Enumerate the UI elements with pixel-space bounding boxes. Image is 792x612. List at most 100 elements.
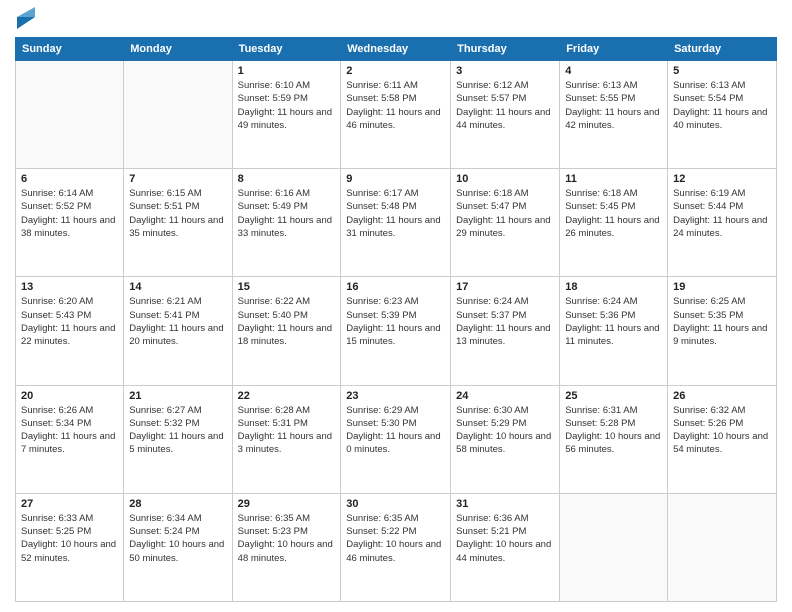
calendar-week-row: 1Sunrise: 6:10 AM Sunset: 5:59 PM Daylig…: [16, 61, 777, 169]
day-of-week-header: Thursday: [451, 38, 560, 61]
day-number: 27: [21, 498, 118, 510]
day-info: Sunrise: 6:35 AM Sunset: 5:22 PM Dayligh…: [346, 512, 445, 565]
day-info: Sunrise: 6:27 AM Sunset: 5:32 PM Dayligh…: [129, 404, 226, 457]
calendar-cell: 13 Sunrise: 6:20 AM Sunset: 5:43 PM Dayli…: [16, 277, 124, 385]
calendar-cell: 21Sunrise: 6:27 AM Sunset: 5:32 PM Dayli…: [124, 385, 232, 493]
day-info: Sunrise: 6:24 AM Sunset: 5:36 PM Dayligh…: [565, 295, 662, 348]
day-number: 20: [21, 390, 118, 402]
calendar-cell: 24 Sunrise: 6:30 AM Sunset: 5:29 PM Dayli…: [451, 385, 560, 493]
calendar-cell: 27 Sunrise: 6:33 AM Sunset: 5:25 PM Dayli…: [16, 493, 124, 601]
day-info: Sunrise: 6:21 AM Sunset: 5:41 PM Dayligh…: [129, 295, 226, 348]
calendar-week-row: 27 Sunrise: 6:33 AM Sunset: 5:25 PM Dayli…: [16, 493, 777, 601]
day-of-week-header: Saturday: [668, 38, 777, 61]
calendar-cell: 2Sunrise: 6:11 AM Sunset: 5:58 PM Daylig…: [341, 61, 451, 169]
day-of-week-header: Tuesday: [232, 38, 341, 61]
day-info: Sunrise: 6:24 AM Sunset: 5:37 PM Dayligh…: [456, 295, 554, 348]
calendar-cell: 16 Sunrise: 6:23 AM Sunset: 5:39 PM Dayli…: [341, 277, 451, 385]
calendar-week-row: 6 Sunrise: 6:14 AM Sunset: 5:52 PM Daylig…: [16, 169, 777, 277]
day-number: 3: [456, 65, 554, 77]
calendar-cell: [668, 493, 777, 601]
day-info: Sunrise: 6:18 AM Sunset: 5:45 PM Dayligh…: [565, 187, 662, 240]
calendar-cell: 19Sunrise: 6:25 AM Sunset: 5:35 PM Dayli…: [668, 277, 777, 385]
calendar-cell: 4 Sunrise: 6:13 AM Sunset: 5:55 PM Daylig…: [560, 61, 668, 169]
day-number: 9: [346, 173, 445, 185]
calendar-cell: 9 Sunrise: 6:17 AM Sunset: 5:48 PM Daylig…: [341, 169, 451, 277]
logo-icon: [17, 7, 35, 29]
day-info: Sunrise: 6:34 AM Sunset: 5:24 PM Dayligh…: [129, 512, 226, 565]
calendar-cell: 26Sunrise: 6:32 AM Sunset: 5:26 PM Dayli…: [668, 385, 777, 493]
calendar-cell: 7Sunrise: 6:15 AM Sunset: 5:51 PM Daylig…: [124, 169, 232, 277]
day-number: 11: [565, 173, 662, 185]
day-info: Sunrise: 6:30 AM Sunset: 5:29 PM Dayligh…: [456, 404, 554, 457]
day-info: Sunrise: 6:12 AM Sunset: 5:57 PM Dayligh…: [456, 79, 554, 132]
day-number: 10: [456, 173, 554, 185]
day-of-week-header: Wednesday: [341, 38, 451, 61]
day-number: 5: [673, 65, 771, 77]
day-info: Sunrise: 6:29 AM Sunset: 5:30 PM Dayligh…: [346, 404, 445, 457]
day-number: 8: [238, 173, 336, 185]
page: SundayMondayTuesdayWednesdayThursdayFrid…: [0, 0, 792, 612]
day-number: 4: [565, 65, 662, 77]
day-number: 17: [456, 281, 554, 293]
calendar-cell: 5 Sunrise: 6:13 AM Sunset: 5:54 PM Daylig…: [668, 61, 777, 169]
calendar-week-row: 20 Sunrise: 6:26 AM Sunset: 5:34 PM Dayli…: [16, 385, 777, 493]
day-number: 1: [238, 65, 336, 77]
day-number: 15: [238, 281, 336, 293]
day-number: 19: [673, 281, 771, 293]
calendar-cell: 11 Sunrise: 6:18 AM Sunset: 5:45 PM Dayli…: [560, 169, 668, 277]
day-info: Sunrise: 6:35 AM Sunset: 5:23 PM Dayligh…: [238, 512, 336, 565]
calendar-cell: [16, 61, 124, 169]
day-info: Sunrise: 6:26 AM Sunset: 5:34 PM Dayligh…: [21, 404, 118, 457]
calendar-cell: 22 Sunrise: 6:28 AM Sunset: 5:31 PM Dayli…: [232, 385, 341, 493]
calendar-table: SundayMondayTuesdayWednesdayThursdayFrid…: [15, 37, 777, 602]
day-of-week-header: Monday: [124, 38, 232, 61]
calendar-cell: 8 Sunrise: 6:16 AM Sunset: 5:49 PM Daylig…: [232, 169, 341, 277]
calendar-cell: 15Sunrise: 6:22 AM Sunset: 5:40 PM Dayli…: [232, 277, 341, 385]
day-number: 13: [21, 281, 118, 293]
day-number: 6: [21, 173, 118, 185]
calendar-cell: 3 Sunrise: 6:12 AM Sunset: 5:57 PM Daylig…: [451, 61, 560, 169]
calendar-cell: 18 Sunrise: 6:24 AM Sunset: 5:36 PM Dayli…: [560, 277, 668, 385]
day-number: 12: [673, 173, 771, 185]
day-info: Sunrise: 6:33 AM Sunset: 5:25 PM Dayligh…: [21, 512, 118, 565]
day-of-week-header: Friday: [560, 38, 668, 61]
day-info: Sunrise: 6:17 AM Sunset: 5:48 PM Dayligh…: [346, 187, 445, 240]
day-number: 18: [565, 281, 662, 293]
day-info: Sunrise: 6:13 AM Sunset: 5:54 PM Dayligh…: [673, 79, 771, 132]
day-number: 2: [346, 65, 445, 77]
day-of-week-header: Sunday: [16, 38, 124, 61]
calendar-cell: 23 Sunrise: 6:29 AM Sunset: 5:30 PM Dayli…: [341, 385, 451, 493]
day-number: 25: [565, 390, 662, 402]
day-info: Sunrise: 6:14 AM Sunset: 5:52 PM Dayligh…: [21, 187, 118, 240]
day-info: Sunrise: 6:36 AM Sunset: 5:21 PM Dayligh…: [456, 512, 554, 565]
day-number: 31: [456, 498, 554, 510]
day-number: 24: [456, 390, 554, 402]
day-number: 22: [238, 390, 336, 402]
day-info: Sunrise: 6:23 AM Sunset: 5:39 PM Dayligh…: [346, 295, 445, 348]
day-info: Sunrise: 6:31 AM Sunset: 5:28 PM Dayligh…: [565, 404, 662, 457]
header: [15, 10, 777, 29]
day-number: 23: [346, 390, 445, 402]
calendar-cell: 1Sunrise: 6:10 AM Sunset: 5:59 PM Daylig…: [232, 61, 341, 169]
day-info: Sunrise: 6:32 AM Sunset: 5:26 PM Dayligh…: [673, 404, 771, 457]
calendar-cell: 17 Sunrise: 6:24 AM Sunset: 5:37 PM Dayli…: [451, 277, 560, 385]
calendar-cell: 28 Sunrise: 6:34 AM Sunset: 5:24 PM Dayli…: [124, 493, 232, 601]
day-number: 14: [129, 281, 226, 293]
day-info: Sunrise: 6:18 AM Sunset: 5:47 PM Dayligh…: [456, 187, 554, 240]
day-info: Sunrise: 6:20 AM Sunset: 5:43 PM Dayligh…: [21, 295, 118, 348]
calendar-cell: 29 Sunrise: 6:35 AM Sunset: 5:23 PM Dayli…: [232, 493, 341, 601]
calendar-cell: 31 Sunrise: 6:36 AM Sunset: 5:21 PM Dayli…: [451, 493, 560, 601]
calendar-cell: 14 Sunrise: 6:21 AM Sunset: 5:41 PM Dayli…: [124, 277, 232, 385]
day-number: 7: [129, 173, 226, 185]
calendar-cell: 30Sunrise: 6:35 AM Sunset: 5:22 PM Dayli…: [341, 493, 451, 601]
day-info: Sunrise: 6:16 AM Sunset: 5:49 PM Dayligh…: [238, 187, 336, 240]
calendar-cell: 25 Sunrise: 6:31 AM Sunset: 5:28 PM Dayli…: [560, 385, 668, 493]
day-number: 28: [129, 498, 226, 510]
day-info: Sunrise: 6:13 AM Sunset: 5:55 PM Dayligh…: [565, 79, 662, 132]
day-number: 16: [346, 281, 445, 293]
calendar-header-row: SundayMondayTuesdayWednesdayThursdayFrid…: [16, 38, 777, 61]
day-info: Sunrise: 6:28 AM Sunset: 5:31 PM Dayligh…: [238, 404, 336, 457]
logo: [15, 15, 35, 29]
calendar-cell: [560, 493, 668, 601]
day-number: 29: [238, 498, 336, 510]
